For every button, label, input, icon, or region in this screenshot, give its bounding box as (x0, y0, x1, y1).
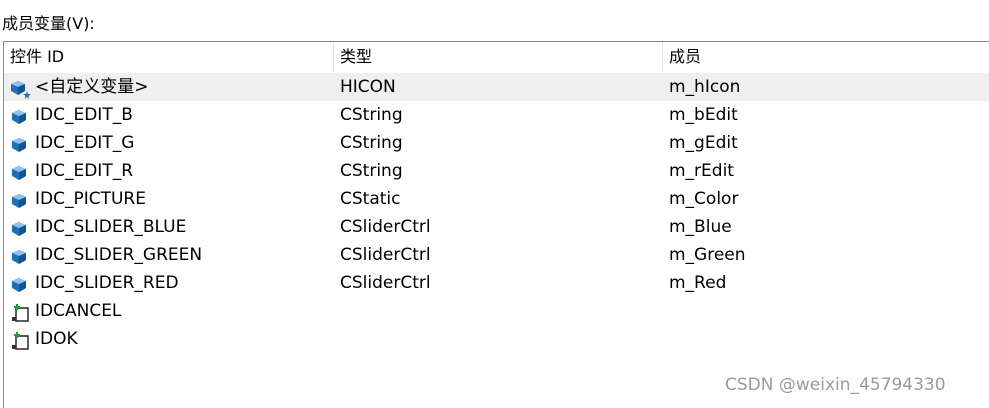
control-variable-icon (10, 247, 28, 265)
control-variable-icon (10, 275, 28, 293)
member-cell: m_Color (669, 189, 739, 209)
member-cell: m_Red (669, 273, 727, 293)
column-header-control-id[interactable]: 控件 ID (4, 42, 334, 72)
add-control-icon (10, 303, 29, 322)
member-cell: m_Blue (669, 217, 732, 237)
control-variable-icon (10, 163, 28, 181)
control-id-text: IDOK (35, 329, 78, 349)
table-row[interactable]: <自定义变量> HICON m_hIcon (4, 73, 989, 101)
table-row[interactable]: IDC_EDIT_R CString m_rEdit (4, 157, 989, 185)
type-cell: CString (340, 161, 403, 181)
table-row[interactable]: IDCANCEL (4, 297, 989, 325)
type-cell: CSliderCtrl (340, 217, 431, 237)
control-variable-icon (10, 191, 28, 209)
control-id-text: IDC_EDIT_B (35, 105, 133, 125)
table-row[interactable]: IDC_EDIT_G CString m_gEdit (4, 129, 989, 157)
member-cell: m_hIcon (669, 77, 741, 97)
control-id-text: IDC_EDIT_R (35, 161, 134, 181)
type-cell: CStatic (340, 189, 401, 209)
control-id-text: IDC_SLIDER_BLUE (35, 217, 187, 237)
table-row[interactable]: IDOK (4, 325, 989, 353)
list-header: 控件 ID 类型 成员 (4, 42, 989, 72)
watermark: CSDN @weixin_45794330 (725, 375, 946, 395)
column-header-type[interactable]: 类型 (334, 42, 663, 72)
column-header-member[interactable]: 成员 (663, 42, 989, 72)
table-row[interactable]: IDC_SLIDER_RED CSliderCtrl m_Red (4, 269, 989, 297)
member-cell: m_bEdit (669, 105, 738, 125)
table-row[interactable]: IDC_SLIDER_GREEN CSliderCtrl m_Green (4, 241, 989, 269)
type-cell: CSliderCtrl (340, 245, 431, 265)
control-variable-icon (10, 135, 28, 153)
type-cell: HICON (340, 77, 396, 97)
type-cell: CString (340, 105, 403, 125)
table-row[interactable]: IDC_PICTURE CStatic m_Color (4, 185, 989, 213)
control-id-text: IDCANCEL (35, 301, 122, 321)
member-cell: m_Green (669, 245, 746, 265)
control-id-text: IDC_EDIT_G (35, 133, 135, 153)
custom-variable-icon (10, 79, 31, 99)
member-variables-list[interactable]: 控件 ID 类型 成员 <自定义变量> HICON m_hIcon IDC_EDIT_… (3, 41, 989, 408)
control-id-text: IDC_PICTURE (35, 189, 146, 209)
table-row[interactable]: IDC_EDIT_B CString m_bEdit (4, 101, 989, 129)
type-cell: CString (340, 133, 403, 153)
control-variable-icon (10, 219, 28, 237)
type-cell: CSliderCtrl (340, 273, 431, 293)
member-cell: m_gEdit (669, 133, 738, 153)
control-id-text: IDC_SLIDER_RED (35, 273, 179, 293)
control-variable-icon (10, 107, 28, 125)
member-variables-label: 成员变量(V): (2, 14, 95, 33)
control-id-text: <自定义变量> (35, 77, 149, 97)
member-cell: m_rEdit (669, 161, 734, 181)
table-row[interactable]: IDC_SLIDER_BLUE CSliderCtrl m_Blue (4, 213, 989, 241)
add-control-icon (10, 331, 29, 350)
control-id-text: IDC_SLIDER_GREEN (35, 245, 203, 265)
